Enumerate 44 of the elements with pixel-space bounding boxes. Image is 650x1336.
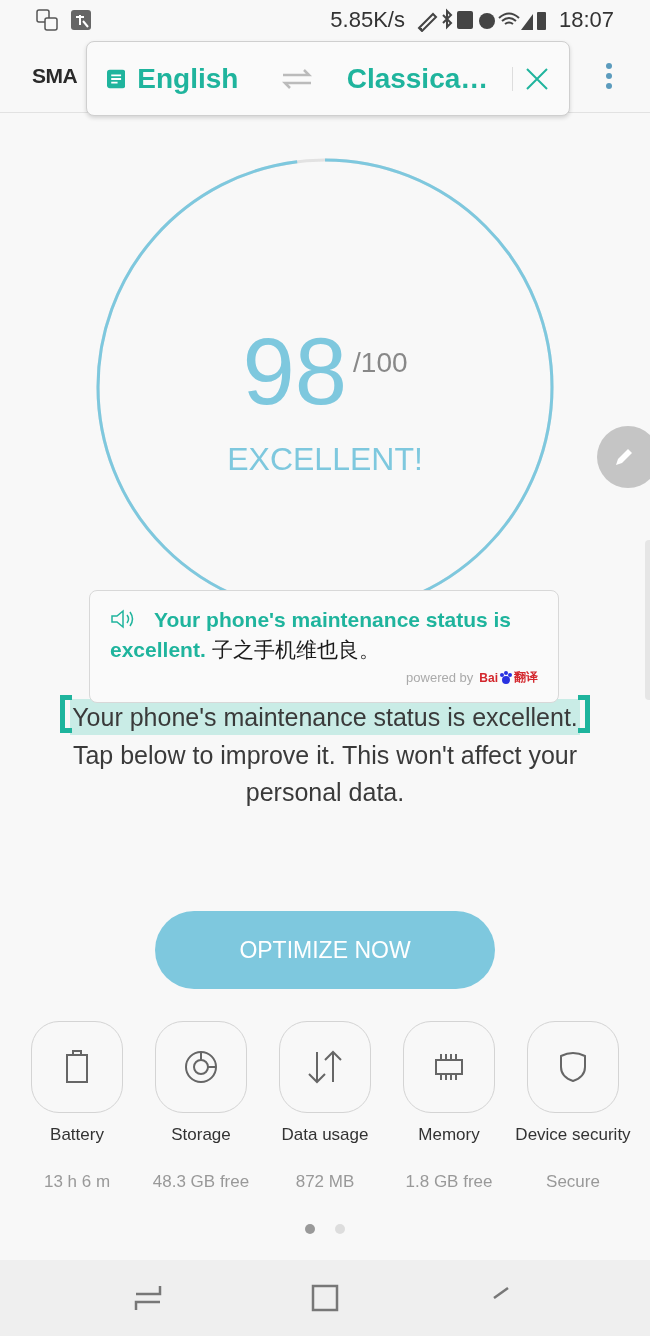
battery-icon — [65, 1050, 89, 1084]
shield-icon — [559, 1051, 587, 1083]
selection-handle[interactable] — [577, 695, 590, 733]
app-title: SMA — [32, 64, 78, 88]
tile-value: 872 MB — [295, 1172, 355, 1192]
tile-value: 48.3 GB free — [152, 1172, 250, 1192]
tile-button[interactable] — [155, 1021, 247, 1113]
translation-text: Your phone's maintenance status is excellent. 子之手机维也良。 — [110, 607, 513, 663]
score-rating: EXCELLENT! — [227, 441, 423, 478]
more-options-icon[interactable] — [606, 63, 612, 89]
tile-value: 13 h 6 m — [43, 1172, 111, 1192]
baidu-logo: Bai 翻译 — [479, 669, 538, 686]
recents-icon[interactable] — [134, 1284, 163, 1312]
tile-label: Data usage — [281, 1125, 369, 1145]
tile-value: Secure — [546, 1172, 600, 1192]
close-icon[interactable] — [525, 66, 549, 91]
selected-text: Your phone's maintenance status is excellent. — [70, 699, 580, 735]
pencil-icon — [613, 446, 635, 468]
tile-button[interactable] — [279, 1021, 371, 1113]
translate-icon — [36, 9, 58, 31]
chip-icon — [434, 1052, 464, 1082]
info-text: Tap below to improve it. This won't affect your personal data. — [71, 740, 579, 808]
tile-label: Device security — [515, 1125, 631, 1145]
target-language[interactable]: Classica… — [346, 62, 489, 95]
home-icon[interactable] — [311, 1284, 339, 1312]
clock-time: 18:07 — [558, 7, 614, 33]
score-value: 98 — [242, 325, 348, 419]
translate-app-icon — [70, 9, 92, 31]
tile-button[interactable] — [31, 1021, 123, 1113]
source-language[interactable]: English — [137, 62, 239, 95]
tile-button[interactable] — [403, 1021, 495, 1113]
score-max: /100 — [353, 347, 408, 379]
powered-by-label: powered by — [406, 670, 474, 685]
edit-button[interactable] — [597, 426, 650, 488]
tile-label: Battery — [50, 1125, 104, 1145]
optimize-button[interactable]: OPTIMIZE NOW — [155, 911, 495, 989]
tile-label: Storage — [171, 1125, 231, 1145]
swap-icon[interactable] — [280, 67, 313, 90]
tile-label: Memory — [418, 1125, 480, 1145]
network-speed: 5.85K/s — [330, 7, 405, 33]
tile-button[interactable] — [527, 1021, 619, 1113]
speaker-icon[interactable] — [110, 609, 136, 629]
storage-icon — [184, 1050, 218, 1084]
tile-value: 1.8 GB free — [405, 1172, 493, 1192]
